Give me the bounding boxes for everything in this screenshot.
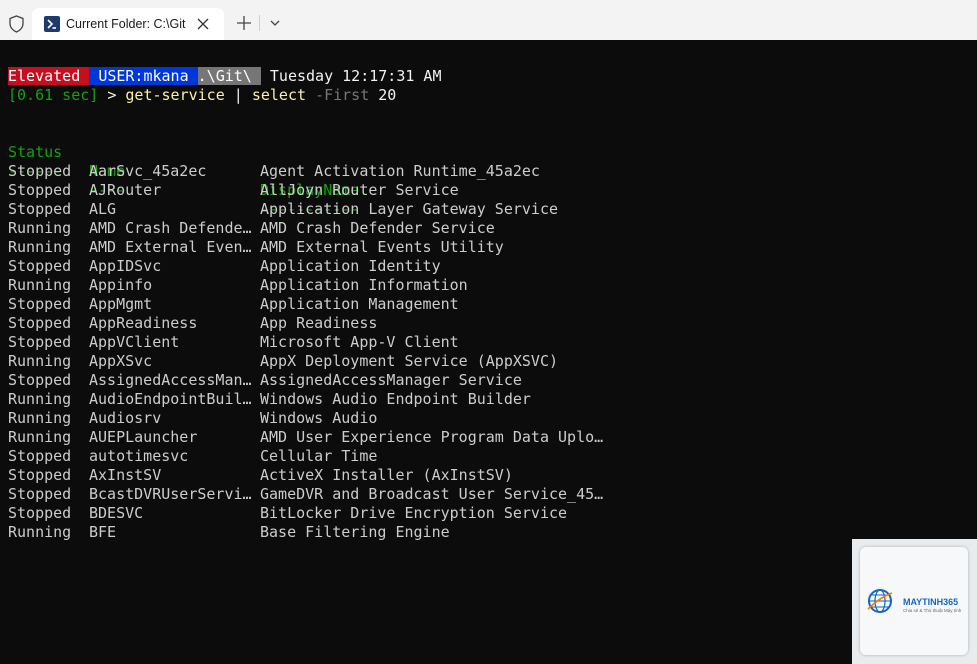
- command-arg: 20: [378, 86, 397, 104]
- table-row: Stopped AxInstSV ActiveX Installer (AxInst…: [8, 466, 513, 484]
- table-row: Stopped AssignedAccessMan… AssignedAccessM…: [8, 371, 522, 389]
- watermark-card: MAYTINH365 Chia sẻ & Thủ thuật Máy tính: [860, 547, 968, 655]
- prompt-datetime: Tuesday 12:17:31 AM: [269, 67, 442, 85]
- table-row: Stopped AppVClient Microsoft App-V Client: [8, 333, 459, 351]
- chevron-down-icon[interactable]: [265, 12, 285, 34]
- command-line: [0.61 sec] > get-service | select -First…: [8, 86, 397, 104]
- plus-icon[interactable]: [233, 12, 255, 34]
- watermark: MAYTINH365 Chia sẻ & Thủ thuật Máy tính: [852, 539, 977, 664]
- table-row: Stopped AJRouter AllJoyn Router Service: [8, 181, 459, 199]
- tab-bar: Current Folder: C:\Git: [0, 0, 977, 40]
- table-row: Running Audiosrv Windows Audio: [8, 409, 378, 427]
- prompt-line: Elevated USER:mkana .\Git\ Tuesday 12:17…: [8, 67, 442, 86]
- pipe-command: select: [251, 86, 307, 104]
- user-badge: USER:mkana: [98, 67, 189, 85]
- table-row: Stopped ALG Application Layer Gateway Serv…: [8, 200, 559, 218]
- table-row: Running Appinfo Application Information: [8, 276, 468, 294]
- tab-title: Current Folder: C:\Git: [66, 17, 186, 31]
- exec-time: [0.61 sec]: [8, 86, 99, 104]
- path-badge: .\Git\: [197, 67, 252, 85]
- tab-current-folder[interactable]: Current Folder: C:\Git: [32, 8, 224, 40]
- table-row: Running AppXSvc AppX Deployment Service (A…: [8, 352, 559, 370]
- globe-logo-icon: [867, 589, 893, 613]
- table-row: Stopped AppIDSvc Application Identity: [8, 257, 441, 275]
- table-row: Running AMD Crash Defende… AMD Crash Defen…: [8, 219, 495, 237]
- powershell-icon: [44, 16, 60, 32]
- table-row: Stopped AppReadiness App Readiness: [8, 314, 378, 332]
- table-row: Stopped BcastDVRUserServi… GameDVR and Bro…: [8, 485, 604, 503]
- shield-icon: [9, 15, 24, 33]
- table-row: Running AudioEndpointBuil… Windows Audio E…: [8, 390, 531, 408]
- table-row: Stopped autotimesvc Cellular Time: [8, 447, 378, 465]
- elevated-badge: Elevated: [8, 67, 81, 85]
- table-header-underline: ------ ---- -----------: [8, 162, 360, 218]
- tab-separator: [259, 15, 260, 31]
- table-row: Stopped BDESVC BitLocker Drive Encryption …: [8, 504, 568, 522]
- table-row: Stopped AarSvc_45a2ec Agent Activation Run…: [8, 162, 540, 180]
- terminal-output[interactable]: Elevated USER:mkana .\Git\ Tuesday 12:17…: [8, 40, 977, 664]
- table-row: Stopped AppMgmt Application Management: [8, 295, 459, 313]
- command-param: -First: [315, 86, 370, 104]
- table-row: Running AMD External Even… AMD External Ev…: [8, 238, 504, 256]
- watermark-brand: MAYTINH365: [903, 597, 959, 607]
- watermark-tagline: Chia sẻ & Thủ thuật Máy tính: [903, 608, 962, 613]
- table-row: Running BFE Base Filtering Engine: [8, 523, 450, 541]
- command-name: get-service: [125, 86, 225, 104]
- table-header: Status Name DisplayName: [8, 124, 708, 199]
- close-icon[interactable]: [194, 15, 212, 33]
- table-row: Running AUEPLauncher AMD User Experience P…: [8, 428, 604, 446]
